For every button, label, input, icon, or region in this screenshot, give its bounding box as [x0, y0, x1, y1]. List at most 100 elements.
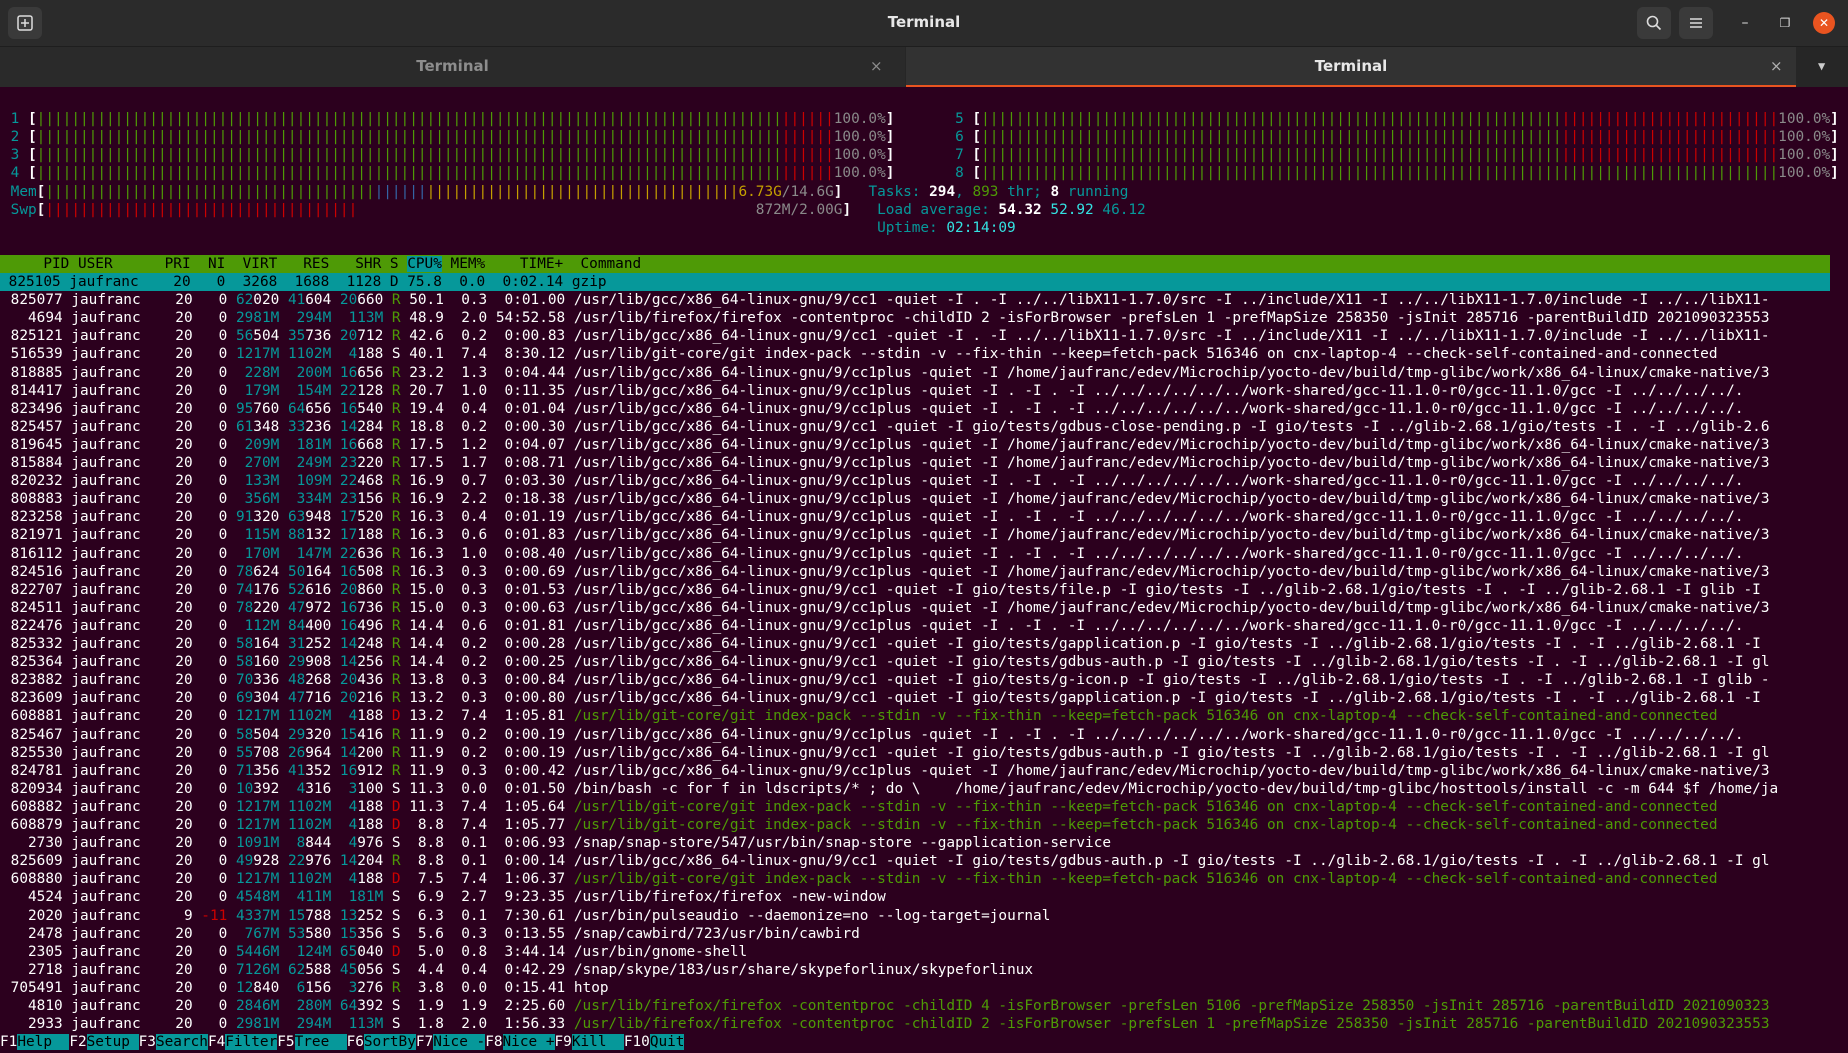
- cell-command: /usr/lib/gcc/x86_64-linux-gnu/9/cc1plus …: [573, 726, 1744, 743]
- cell-virt: 2846M: [235, 998, 288, 1014]
- tab-close-icon[interactable]: ×: [870, 47, 883, 85]
- table-row[interactable]: 822476 jaufranc 20 0 112M 84400 16496 R …: [2, 617, 1744, 635]
- cell-time: 0:00.80: [495, 690, 574, 707]
- cpu-bar-system: ||||||: [781, 147, 834, 164]
- table-row[interactable]: 823258 jaufranc 20 0 91320 63948 17520 R…: [2, 508, 1744, 526]
- cell-pri: 20: [149, 871, 202, 888]
- table-row[interactable]: 825105 jaufranc 20 0 3268 1688 1128 D 75…: [0, 273, 1830, 291]
- cell-time: 0:00.42: [495, 762, 574, 779]
- table-row[interactable]: 2478 jaufranc 20 0 767M 53580 15356 S 5.…: [2, 925, 860, 943]
- table-row[interactable]: 823882 jaufranc 20 0 70336 48268 20436 R…: [2, 671, 1770, 689]
- table-row[interactable]: 2933 jaufranc 20 0 2981M 294M 113M S 1.8…: [2, 1015, 1770, 1033]
- table-row[interactable]: 819645 jaufranc 20 0 209M 181M 16668 R 1…: [2, 436, 1770, 454]
- fkey-f8[interactable]: F8Nice +: [485, 1034, 555, 1051]
- bracket: [: [28, 111, 37, 128]
- table-row[interactable]: 825530 jaufranc 20 0 55708 26964 14200 R…: [2, 744, 1770, 762]
- cell-digit-group: 668: [357, 436, 392, 453]
- maximize-button[interactable]: ❐: [1774, 12, 1796, 34]
- cell-time: 0:01.00: [495, 292, 574, 309]
- cell-state: R: [391, 672, 410, 689]
- table-row[interactable]: 705491 jaufranc 20 0 12840 6156 3276 R 3…: [2, 979, 609, 997]
- running-count: 8: [1050, 183, 1060, 200]
- table-row[interactable]: 608879 jaufranc 20 0 1217M 1102M 4188 D …: [2, 816, 1718, 834]
- table-row[interactable]: 825121 jaufranc 20 0 56504 35736 20712 R…: [2, 327, 1770, 345]
- cell-mem: 0.3: [452, 581, 496, 598]
- table-row[interactable]: 815884 jaufranc 20 0 270M 249M 23220 R 1…: [2, 454, 1770, 472]
- table-row[interactable]: 818885 jaufranc 20 0 228M 200M 16656 R 2…: [2, 364, 1770, 382]
- table-row[interactable]: 823496 jaufranc 20 0 95760 64656 16540 R…: [2, 400, 1744, 418]
- cell-cpu: 14.4: [409, 636, 453, 652]
- table-row[interactable]: 2020 jaufranc 9 -11 4337M 15788 13252 S …: [2, 907, 1050, 925]
- table-row[interactable]: 825077 jaufranc 20 0 62020 41604 20660 R…: [2, 291, 1770, 309]
- cell-virt: 5446M: [235, 943, 288, 960]
- table-row[interactable]: 825609 jaufranc 20 0 49928 22976 14204 R…: [2, 852, 1770, 870]
- table-row[interactable]: 824516 jaufranc 20 0 78624 50164 16508 R…: [2, 563, 1770, 581]
- table-row[interactable]: 820934 jaufranc 20 0 10392 4316 3100 S 1…: [2, 780, 1779, 798]
- table-row[interactable]: 2305 jaufranc 20 0 5446M 124M 65040 D 5.…: [2, 943, 747, 961]
- fkey-number: F10: [623, 1034, 650, 1051]
- table-row[interactable]: 808883 jaufranc 20 0 356M 334M 23156 R 1…: [2, 490, 1770, 508]
- cell-virt: 61348: [236, 419, 288, 435]
- table-row[interactable]: 608880 jaufranc 20 0 1217M 1102M 4188 D …: [2, 870, 1718, 888]
- tab-terminal-1[interactable]: Terminal: [0, 47, 905, 87]
- cell-virt: 133M: [235, 473, 288, 490]
- terminal-area[interactable]: 1 [|||||||||||||||||||||||||||||||||||||…: [0, 87, 1848, 1053]
- table-row[interactable]: 2718 jaufranc 20 0 7126M 62588 45056 S 4…: [2, 961, 1033, 979]
- fkey-f1[interactable]: F1Help: [0, 1034, 70, 1051]
- cell-state: R: [391, 690, 410, 707]
- table-row[interactable]: 4810 jaufranc 20 0 2846M 280M 64392 S 1.…: [2, 997, 1770, 1015]
- table-row[interactable]: 608882 jaufranc 20 0 1217M 1102M 4188 D …: [2, 798, 1718, 816]
- menu-button[interactable]: [1679, 7, 1713, 39]
- table-row[interactable]: 822707 jaufranc 20 0 74176 52616 20860 R…: [2, 581, 1761, 599]
- table-row[interactable]: 816112 jaufranc 20 0 170M 147M 22636 R 1…: [2, 545, 1744, 563]
- table-row[interactable]: 825467 jaufranc 20 0 58504 29320 15416 R…: [2, 726, 1744, 744]
- cell-digit-group: 16: [339, 364, 358, 381]
- cell-res: 84400: [288, 618, 340, 634]
- table-row[interactable]: 825457 jaufranc 20 0 61348 33236 14284 R…: [2, 418, 1770, 436]
- cpu-meter-value: 100.0%: [833, 165, 886, 182]
- table-row[interactable]: 814417 jaufranc 20 0 179M 154M 22128 R 2…: [2, 382, 1744, 400]
- table-row[interactable]: 608881 jaufranc 20 0 1217M 1102M 4188 D …: [2, 707, 1718, 725]
- table-row[interactable]: 4524 jaufranc 20 0 4548M 411M 181M S 6.9…: [2, 888, 886, 906]
- fkey-f5[interactable]: F5Tree: [277, 1034, 347, 1051]
- cell-pri: 20: [149, 346, 202, 363]
- minimize-button[interactable]: –: [1734, 12, 1756, 34]
- cell-virt: 1217M: [235, 708, 288, 725]
- table-row[interactable]: 824511 jaufranc 20 0 78220 47972 16736 R…: [2, 599, 1770, 617]
- cell-digit-group: 4: [339, 798, 358, 815]
- cell-mem: 7.4: [452, 817, 496, 833]
- fkey-f9[interactable]: F9Kill: [555, 1034, 624, 1051]
- table-row[interactable]: 821971 jaufranc 20 0 115M 88132 17188 R …: [2, 526, 1770, 544]
- table-row[interactable]: 820232 jaufranc 20 0 133M 109M 22468 R 1…: [2, 472, 1744, 490]
- window-close-button[interactable]: ✕: [1813, 12, 1835, 34]
- table-row[interactable]: 825364 jaufranc 20 0 58160 29908 14256 R…: [2, 653, 1770, 671]
- tab-list-dropdown-icon[interactable]: ▼: [1818, 59, 1825, 73]
- tab-close-icon[interactable]: ×: [1770, 47, 1783, 85]
- cell-cpu: 16.3: [409, 527, 453, 544]
- fkey-f7[interactable]: F7Nice -: [416, 1034, 486, 1051]
- fkey-f10[interactable]: F10Quit: [623, 1034, 685, 1051]
- table-row[interactable]: 824781 jaufranc 20 0 71356 41352 16912 R…: [2, 762, 1770, 780]
- tab-terminal-2[interactable]: Terminal: [906, 47, 1796, 87]
- table-row[interactable]: 2730 jaufranc 20 0 1091M 8844 4976 S 8.8…: [2, 834, 1111, 852]
- table-row[interactable]: 516539 jaufranc 20 0 1217M 1102M 4188 S …: [2, 345, 1718, 363]
- fkey-f3[interactable]: F3Search: [139, 1034, 208, 1051]
- cell-digit-group: 760: [253, 400, 288, 417]
- cell-virt: 1217M: [235, 798, 288, 815]
- cell-digit-group: 736: [357, 599, 392, 616]
- search-button[interactable]: [1637, 7, 1671, 39]
- table-row[interactable]: 825332 jaufranc 20 0 58164 31252 14248 R…: [2, 635, 1761, 653]
- fkey-number: F1: [0, 1034, 18, 1051]
- fkey-f2[interactable]: F2Setup: [69, 1034, 139, 1051]
- table-row[interactable]: 823609 jaufranc 20 0 69304 47716 20216 R…: [2, 689, 1761, 707]
- table-row[interactable]: 4694 jaufranc 20 0 2981M 294M 113M R 48.…: [2, 309, 1770, 327]
- fkey-f4[interactable]: F4Filter: [208, 1034, 278, 1051]
- cell-cpu: 8.8: [409, 853, 453, 870]
- fkey-f6[interactable]: F6SortBy: [347, 1034, 416, 1051]
- cell-shr: 64392: [340, 998, 392, 1014]
- cell-pri: 20: [149, 473, 202, 490]
- cell-res: 15788: [288, 908, 340, 924]
